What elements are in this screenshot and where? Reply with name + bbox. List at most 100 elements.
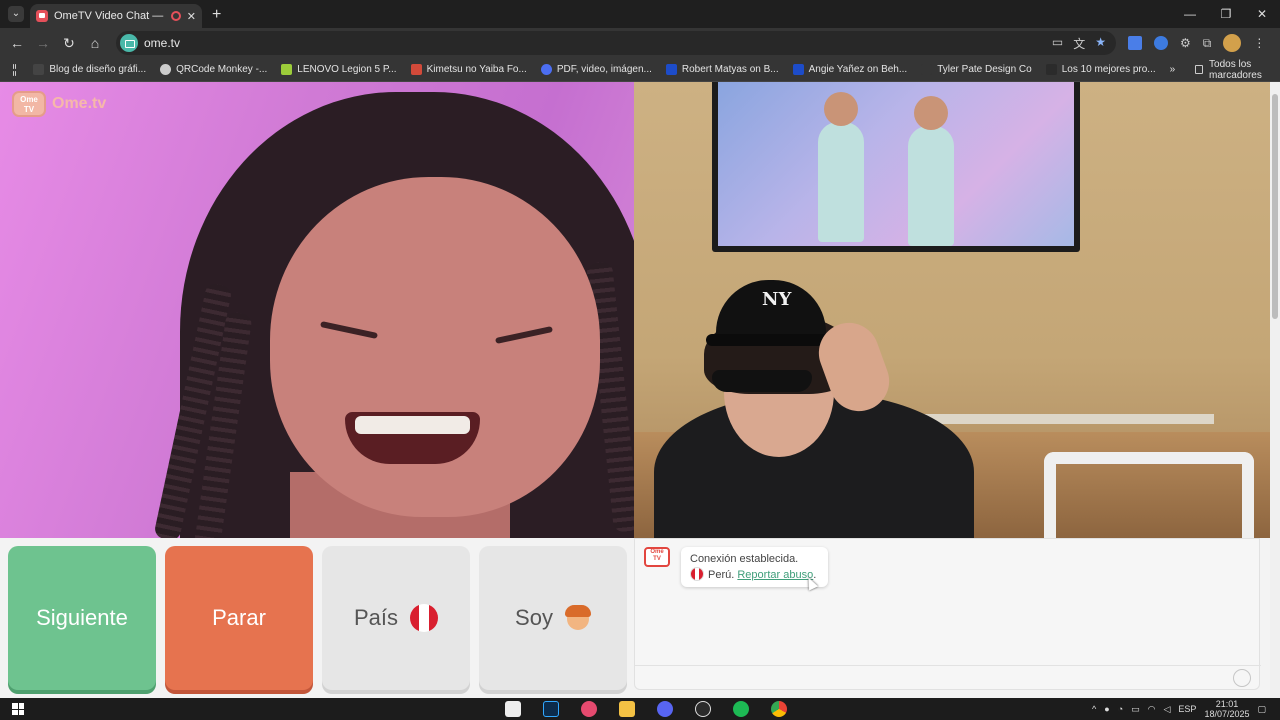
bookmark-favicon-icon bbox=[281, 64, 293, 75]
skirting-board bbox=[914, 414, 1214, 424]
browser-tab[interactable]: OmeTV Video Chat — Ome ✕ bbox=[30, 4, 202, 28]
cast-icon[interactable]: ▭ bbox=[1052, 35, 1063, 52]
ny-logo-icon: NY bbox=[762, 289, 792, 310]
network-icon[interactable]: ◔ bbox=[1118, 704, 1123, 714]
forward-icon[interactable]: → bbox=[30, 35, 56, 51]
folder-icon bbox=[1195, 65, 1204, 74]
notifications-icon[interactable]: ▢ bbox=[1257, 704, 1266, 715]
bookmark-item[interactable]: PDF, video, imágen... bbox=[540, 64, 652, 75]
bookmark-item[interactable]: LENOVO Legion 5 P... bbox=[281, 64, 397, 75]
photoshop-icon[interactable] bbox=[543, 701, 559, 717]
country-name: Perú. bbox=[708, 569, 735, 581]
gender-button[interactable]: Soy bbox=[479, 546, 627, 690]
file-explorer-icon[interactable] bbox=[619, 701, 635, 717]
app-icon[interactable] bbox=[695, 701, 711, 717]
browser-tab-bar: ⌄ OmeTV Video Chat — Ome ✕ + — ❐ ✕ bbox=[0, 0, 1280, 28]
tab-search-icon[interactable]: ⌄ bbox=[8, 6, 24, 22]
scrollbar-thumb[interactable] bbox=[1272, 94, 1278, 319]
address-bar[interactable]: ome.tv ▭ 文 ★ bbox=[116, 31, 1116, 55]
minimize-icon[interactable]: — bbox=[1172, 0, 1208, 28]
local-video: Ome TV Ome.tv bbox=[0, 82, 634, 538]
url-text[interactable]: ome.tv bbox=[144, 36, 180, 50]
wall-tv bbox=[712, 82, 1080, 252]
country-label: País bbox=[353, 605, 399, 630]
apps-grid-icon[interactable] bbox=[13, 63, 16, 76]
clock[interactable]: 21:01 18/07/2025 bbox=[1204, 699, 1249, 719]
next-button[interactable]: Siguiente bbox=[8, 546, 156, 690]
profile-avatar[interactable] bbox=[1223, 34, 1242, 52]
windows-taskbar: ^ ● ◔ ▭ ◠ ◁ ESP 21:01 18/07/2025 ▢ bbox=[0, 698, 1280, 720]
boy-emoji-icon bbox=[564, 605, 591, 631]
tray-chevron-icon[interactable]: ^ bbox=[1092, 704, 1096, 714]
clock-date: 18/07/2025 bbox=[1204, 709, 1250, 719]
cap-brim bbox=[706, 334, 836, 346]
bookmark-favicon-icon bbox=[1045, 64, 1057, 75]
tv-screen bbox=[718, 82, 1074, 246]
country-button[interactable]: País bbox=[322, 546, 470, 690]
bookmark-star-icon[interactable]: ★ bbox=[1095, 35, 1106, 52]
translate-icon[interactable]: 文 bbox=[1073, 35, 1085, 52]
bookmark-item[interactable]: Kimetsu no Yaiba Fo... bbox=[410, 64, 527, 75]
system-tray: ^ ● ◔ ▭ ◠ ◁ ESP 21:01 18/07/2025 ▢ bbox=[1092, 699, 1280, 719]
wifi-icon[interactable]: ◠ bbox=[1148, 704, 1156, 715]
stop-button[interactable]: Parar bbox=[165, 546, 313, 690]
tab-close-icon[interactable]: ✕ bbox=[187, 10, 196, 23]
bookmarks-bar: Blog de diseño gráfi... QRCode Monkey -.… bbox=[0, 58, 1280, 82]
reload-icon[interactable]: ↻ bbox=[56, 35, 82, 52]
language-indicator[interactable]: ESP bbox=[1178, 704, 1196, 714]
tv-person bbox=[818, 122, 864, 242]
logo-text: Ome.tv bbox=[52, 95, 107, 112]
white-chair bbox=[1044, 452, 1254, 538]
video-person-face bbox=[270, 177, 600, 517]
capcut-icon[interactable] bbox=[505, 701, 521, 717]
teeth bbox=[355, 416, 470, 434]
stop-label: Parar bbox=[212, 605, 266, 630]
peru-flag-icon bbox=[690, 567, 704, 581]
bookmarks-overflow-button[interactable]: » bbox=[1170, 64, 1176, 75]
menu-kebab-icon[interactable]: ⋮ bbox=[1253, 36, 1265, 50]
emoji-smile-icon[interactable] bbox=[1233, 669, 1251, 687]
volume-icon[interactable]: ◁ bbox=[1164, 704, 1171, 715]
bookmark-favicon-icon bbox=[921, 64, 933, 75]
new-tab-button[interactable]: + bbox=[212, 6, 221, 24]
extension-icon[interactable] bbox=[1128, 36, 1142, 50]
back-icon[interactable]: ← bbox=[4, 35, 30, 51]
remote-video: NY bbox=[634, 82, 1270, 538]
country-line: Perú. Reportar abuso. bbox=[690, 567, 819, 583]
extensions-area: ⚙ ⧉ ⋮ bbox=[1128, 34, 1265, 52]
battery-icon[interactable]: ▭ bbox=[1131, 704, 1140, 715]
clock-time: 21:01 bbox=[1215, 699, 1239, 709]
ometv-page: Ome TV Ome.tv NY Siguiente Parar País So… bbox=[0, 82, 1280, 698]
next-label: Siguiente bbox=[36, 605, 128, 630]
page-scrollbar[interactable] bbox=[1270, 82, 1280, 698]
report-abuse-link[interactable]: Reportar abuso bbox=[737, 569, 813, 581]
spotify-icon[interactable] bbox=[733, 701, 749, 717]
restore-icon[interactable]: ❐ bbox=[1208, 0, 1244, 28]
chat-input[interactable] bbox=[635, 665, 1261, 666]
extension-icon[interactable] bbox=[1154, 36, 1168, 50]
music-icon[interactable] bbox=[581, 701, 597, 717]
close-window-icon[interactable]: ✕ bbox=[1244, 0, 1280, 28]
discord-icon[interactable] bbox=[657, 701, 673, 717]
bookmark-item[interactable]: Los 10 mejores pro... bbox=[1045, 64, 1156, 75]
bookmark-favicon-icon bbox=[410, 64, 422, 75]
bookmark-favicon-icon bbox=[540, 64, 552, 75]
microphone-icon[interactable]: ● bbox=[1104, 704, 1109, 714]
connection-status: Conexión establecida. bbox=[690, 553, 799, 565]
extensions-puzzle-icon[interactable]: ⧉ bbox=[1203, 36, 1212, 51]
bookmark-item[interactable]: QRCode Monkey -... bbox=[160, 64, 267, 75]
ometv-favicon-icon bbox=[36, 10, 48, 22]
bookmark-item[interactable]: Blog de diseño gráfi... bbox=[33, 64, 146, 75]
bookmark-item[interactable]: Tyler Pate Design Co bbox=[921, 64, 1032, 75]
bookmark-item[interactable]: Robert Matyas on B... bbox=[665, 64, 779, 75]
home-icon[interactable]: ⌂ bbox=[82, 35, 108, 51]
settings-gear-icon[interactable]: ⚙ bbox=[1180, 36, 1191, 50]
chrome-icon[interactable] bbox=[771, 701, 787, 717]
site-info-icon[interactable] bbox=[120, 34, 138, 52]
ometv-logo[interactable]: Ome TV Ome.tv bbox=[12, 91, 106, 117]
bookmark-item[interactable]: Angie Yañez on Beh... bbox=[792, 64, 907, 75]
windows-start-icon[interactable] bbox=[12, 703, 24, 715]
chat-logo-icon: Ome TV bbox=[644, 547, 670, 567]
tv-person-head bbox=[824, 92, 858, 126]
all-bookmarks-button[interactable]: Todos los marcadores bbox=[1195, 59, 1266, 81]
